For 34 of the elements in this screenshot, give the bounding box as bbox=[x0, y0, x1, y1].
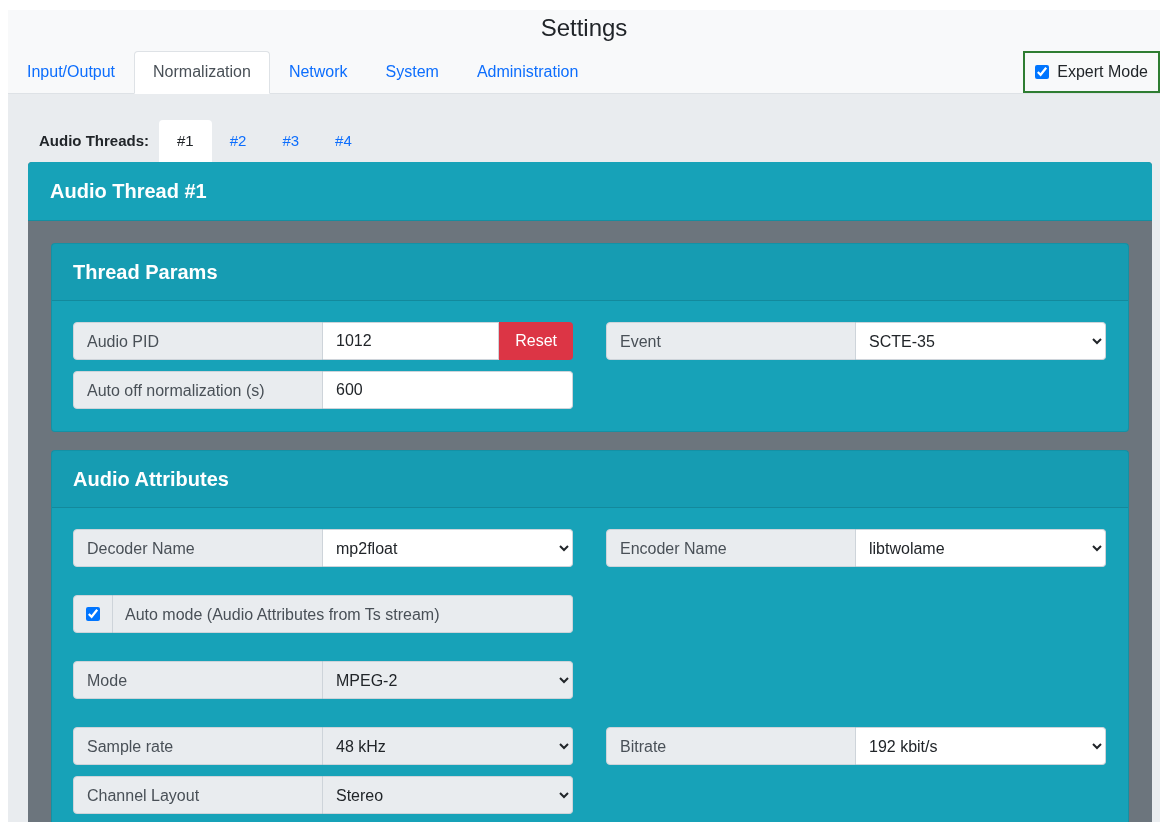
input-field[interactable]: 1012 bbox=[323, 322, 500, 361]
thread-tab[interactable]: #4 bbox=[317, 119, 370, 163]
field-label: Mode bbox=[73, 661, 323, 700]
thread-tab[interactable]: #3 bbox=[264, 119, 318, 163]
field-label: Sample rate bbox=[73, 727, 323, 766]
field-label: Encoder Name bbox=[606, 529, 856, 568]
checkbox[interactable] bbox=[1035, 64, 1050, 79]
section-title: Audio Attributes bbox=[52, 451, 1128, 509]
page-title: Settings bbox=[539, 13, 629, 43]
field-label: Audio PID bbox=[73, 322, 323, 361]
dropdown[interactable]: SCTE-35 bbox=[856, 322, 1106, 361]
reset-button[interactable]: Reset bbox=[499, 322, 573, 361]
nav-tab[interactable]: Normalization bbox=[134, 50, 270, 94]
field-label: Channel Layout bbox=[73, 776, 323, 815]
nav-tab[interactable]: Network bbox=[269, 50, 367, 94]
tabs-label: Audio Threads: bbox=[38, 130, 150, 151]
dropdown[interactable]: mp2float bbox=[323, 529, 573, 568]
nav-tab[interactable]: System bbox=[366, 50, 458, 94]
dropdown[interactable]: libtwolame bbox=[856, 529, 1106, 568]
nav-tab[interactable]: Input/Output bbox=[8, 50, 135, 94]
checkbox-label: Auto mode (Audio Attributes from Ts stream) bbox=[113, 595, 573, 634]
nav-tab[interactable]: Administration bbox=[457, 50, 598, 94]
input-field[interactable]: 600 bbox=[323, 371, 573, 410]
field-label: Auto off normalization (s) bbox=[73, 371, 323, 410]
thread-tab[interactable]: #2 bbox=[211, 119, 265, 163]
field-label: Event bbox=[606, 322, 856, 361]
thread-tab[interactable]: #1 bbox=[159, 119, 212, 163]
checkbox[interactable] bbox=[86, 607, 100, 622]
card-title: Audio Thread #1 bbox=[28, 162, 1152, 222]
field-label: Decoder Name bbox=[73, 529, 323, 568]
checkbox-label: Expert Mode bbox=[1057, 61, 1148, 82]
field-label: Bitrate bbox=[606, 727, 856, 766]
section-title: Thread Params bbox=[52, 244, 1128, 302]
dropdown[interactable]: 192 kbit/s bbox=[856, 727, 1106, 766]
